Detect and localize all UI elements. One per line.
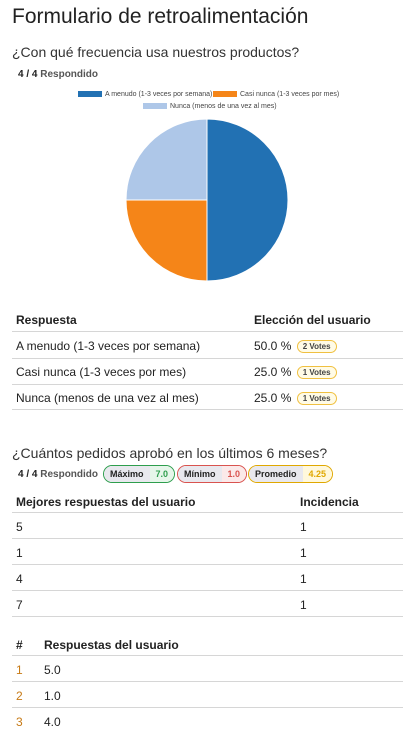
answer-text: A menudo (1-3 veces por semana) [16, 339, 201, 353]
top-answer-count: 1 [300, 572, 307, 586]
question-1-answered: 4 / 4 Respondido [18, 69, 98, 80]
legend-swatch [78, 91, 102, 98]
divider [12, 564, 403, 565]
table-header-choice: Elección del usuario [254, 313, 371, 327]
answer-percent: 50.0 % 2 Votes [254, 339, 337, 354]
divider [12, 590, 403, 591]
divider [12, 707, 403, 708]
response-index: 3 [16, 715, 23, 729]
legend-item: Nunca (menos de una vez al mes) [143, 103, 277, 110]
percent-value: 50.0 % [254, 339, 292, 353]
max-value: 7.0 [149, 466, 175, 482]
answer-text: Nunca (menos de una vez al mes) [16, 391, 199, 405]
divider [12, 512, 403, 513]
answered-count: 4 / 4 [18, 469, 38, 480]
answer-percent: 25.0 % 1 Votes [254, 391, 337, 406]
pie-chart [125, 118, 289, 282]
legend-label: A menudo (1-3 veces por semana) [105, 91, 213, 98]
pie-slice [206, 118, 289, 282]
top-answer: 4 [16, 572, 23, 586]
answer-percent: 25.0 % 1 Votes [254, 365, 337, 380]
top-answer-count: 1 [300, 520, 307, 534]
question-2-title: ¿Cuántos pedidos aprobó en los últimos 6… [12, 445, 328, 461]
table-header-incidence: Incidencia [300, 495, 359, 509]
divider [12, 384, 403, 385]
legend-swatch [143, 103, 167, 110]
question-1-title: ¿Con qué frecuencia usa nuestros product… [12, 44, 300, 60]
top-answer: 1 [16, 546, 23, 560]
page-title: Formulario de retroalimentación [12, 5, 309, 28]
table-header-index: # [16, 638, 23, 652]
pie-slice [125, 199, 208, 282]
table-header-top-answers: Mejores respuestas del usuario [16, 495, 196, 509]
answered-label: Respondido [40, 469, 99, 480]
avg-stat-badge: Promedio 4.25 [248, 465, 334, 483]
divider [12, 331, 403, 332]
min-value: 1.0 [221, 466, 247, 482]
min-label: Mínimo [178, 466, 222, 482]
votes-badge: 2 Votes [296, 340, 337, 354]
votes-badge: 1 Votes [296, 366, 337, 380]
legend-item: Casi nunca (1-3 veces por mes) [213, 91, 339, 98]
max-label: Máximo [104, 466, 150, 482]
divider [12, 655, 403, 656]
response-index: 2 [16, 689, 23, 703]
legend-label: Casi nunca (1-3 veces por mes) [240, 91, 340, 98]
response-value: 5.0 [44, 663, 61, 677]
table-header-answer: Respuesta [16, 313, 77, 327]
question-2-answered: 4 / 4 Respondido [18, 469, 98, 480]
divider [12, 616, 403, 617]
avg-value: 4.25 [302, 466, 333, 482]
divider [12, 358, 403, 359]
percent-value: 25.0 % [254, 391, 292, 405]
top-answer: 7 [16, 598, 23, 612]
response-value: 4.0 [44, 715, 61, 729]
max-stat-badge: Máximo 7.0 [103, 465, 176, 483]
divider [12, 538, 403, 539]
avg-label: Promedio [249, 466, 303, 482]
percent-value: 25.0 % [254, 365, 292, 379]
top-answer-count: 1 [300, 546, 307, 560]
legend-swatch [213, 91, 237, 98]
table-header-responses: Respuestas del usuario [44, 638, 179, 652]
divider [12, 681, 403, 682]
min-stat-badge: Mínimo 1.0 [177, 465, 248, 483]
votes-badge: 1 Votes [296, 392, 337, 406]
divider [12, 409, 403, 410]
response-value: 1.0 [44, 689, 61, 703]
answer-text: Casi nunca (1-3 veces por mes) [16, 365, 187, 379]
response-index: 1 [16, 663, 23, 677]
answered-label: Respondido [40, 69, 99, 80]
legend-item: A menudo (1-3 veces por semana) [78, 91, 212, 98]
top-answer-count: 1 [300, 598, 307, 612]
answered-count: 4 / 4 [18, 69, 38, 80]
legend-label: Nunca (menos de una vez al mes) [170, 103, 277, 110]
pie-slice [125, 118, 208, 201]
top-answer: 5 [16, 520, 23, 534]
